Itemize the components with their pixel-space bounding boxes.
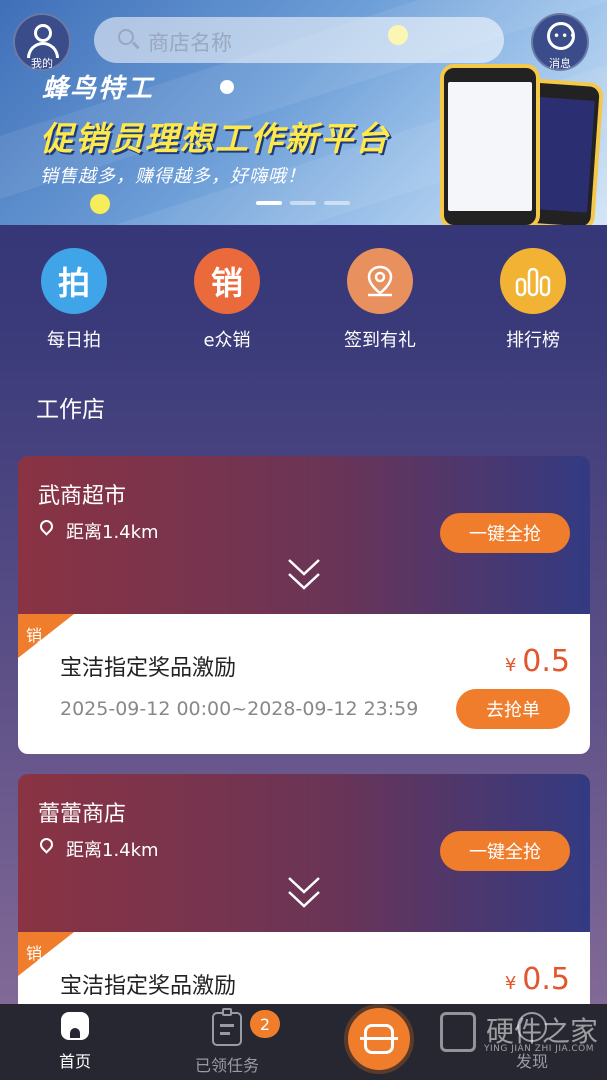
store-distance: 距离1.4km (66, 840, 159, 861)
expand-chevron-icon[interactable] (286, 874, 322, 914)
ellipsis-icon: ••• (553, 29, 578, 43)
decor-dot (90, 194, 110, 214)
pager-dot (290, 201, 316, 205)
store-header[interactable]: 蕾蕾商店 距离1.4km 一键全抢 (18, 774, 590, 932)
search-placeholder: 商店名称 (148, 31, 232, 55)
profile-button[interactable]: 我的 (13, 13, 71, 71)
tasks-count-badge: 2 (250, 1010, 280, 1038)
task-item[interactable]: 销 宝洁指定奖品激励 ¥0.5 2025-09-12 00:00~2028-09… (18, 614, 590, 754)
watermark-url: YING JIAN ZHI JIA.COM (484, 1044, 595, 1054)
app-screen: 蜂鸟特工 促销员理想工作新平台 销售越多，赚得越多，好嗨哦！ 我的 商店名称 •… (0, 0, 607, 1080)
pager-dot (324, 201, 350, 205)
store-card: 武商超市 距离1.4km 一键全抢 销 宝洁指定奖品激励 ¥0.5 2025-0… (18, 456, 590, 754)
action-check-in[interactable]: 签到有礼 (325, 248, 435, 352)
reward-amount: 0.5 (522, 962, 570, 997)
action-label: 每日拍 (47, 330, 101, 351)
messages-label: 消息 (549, 57, 571, 70)
currency-symbol: ¥ (504, 655, 517, 676)
task-type-label: 销 (26, 944, 43, 963)
nav-tasks-label: 已领任务 (194, 1056, 259, 1075)
nav-home-label: 首页 (58, 1052, 91, 1071)
task-period: 2025-09-12 00:00~2028-09-12 23:59 (60, 698, 419, 720)
store-name: 蕾蕾商店 (38, 802, 127, 827)
watermark-logo-icon (440, 1012, 476, 1052)
bar-chart-icon (500, 248, 566, 314)
action-leaderboard[interactable]: 排行榜 (478, 248, 588, 352)
store-distance: 距离1.4km (66, 522, 159, 543)
banner-slogan: 促销员理想工作新平台 (40, 119, 390, 158)
task-reward: ¥0.5 (505, 962, 570, 997)
user-icon (34, 24, 52, 42)
scan-line (360, 1037, 398, 1040)
sales-badge-icon: 销 (194, 248, 260, 314)
grab-all-button[interactable]: 一键全抢 (440, 513, 570, 553)
action-e-sales[interactable]: 销 e众销 (172, 248, 282, 352)
messages-button[interactable]: ••• 消息 (531, 13, 589, 71)
action-label: 排行榜 (506, 330, 560, 351)
task-type-label: 销 (26, 626, 43, 645)
grab-order-button[interactable]: 去抢单 (456, 689, 570, 729)
search-icon (118, 29, 134, 45)
action-label: 签到有礼 (344, 330, 416, 351)
task-title: 宝洁指定奖品激励 (60, 656, 237, 681)
banner-subline: 销售越多，赚得越多，好嗨哦！ (40, 166, 306, 187)
decor-dot (220, 80, 234, 94)
action-daily-photo[interactable]: 拍 每日拍 (19, 248, 129, 352)
camera-badge-icon: 拍 (41, 248, 107, 314)
location-pin-icon (347, 248, 413, 314)
action-label: e众销 (203, 330, 251, 351)
nav-home[interactable]: 首页 (15, 1012, 135, 1072)
grab-all-button[interactable]: 一键全抢 (440, 831, 570, 871)
reward-amount: 0.5 (522, 644, 570, 679)
home-icon (59, 1012, 91, 1042)
location-icon (37, 517, 56, 536)
expand-chevron-icon[interactable] (286, 556, 322, 596)
profile-label: 我的 (31, 57, 53, 70)
task-title: 宝洁指定奖品激励 (60, 974, 237, 999)
store-name: 武商超市 (38, 484, 127, 509)
location-icon (37, 835, 56, 854)
phone-mockup-front (440, 64, 540, 225)
scan-button[interactable] (344, 1004, 414, 1074)
banner-brand: 蜂鸟特工 (42, 74, 155, 104)
currency-symbol: ¥ (504, 973, 517, 994)
pager-dot-active (256, 201, 282, 205)
task-reward: ¥0.5 (505, 644, 570, 679)
section-title: 工作店 (36, 397, 105, 423)
clipboard-icon (212, 1008, 242, 1046)
search-input[interactable]: 商店名称 (94, 17, 504, 63)
store-header[interactable]: 武商超市 距离1.4km 一键全抢 (18, 456, 590, 614)
